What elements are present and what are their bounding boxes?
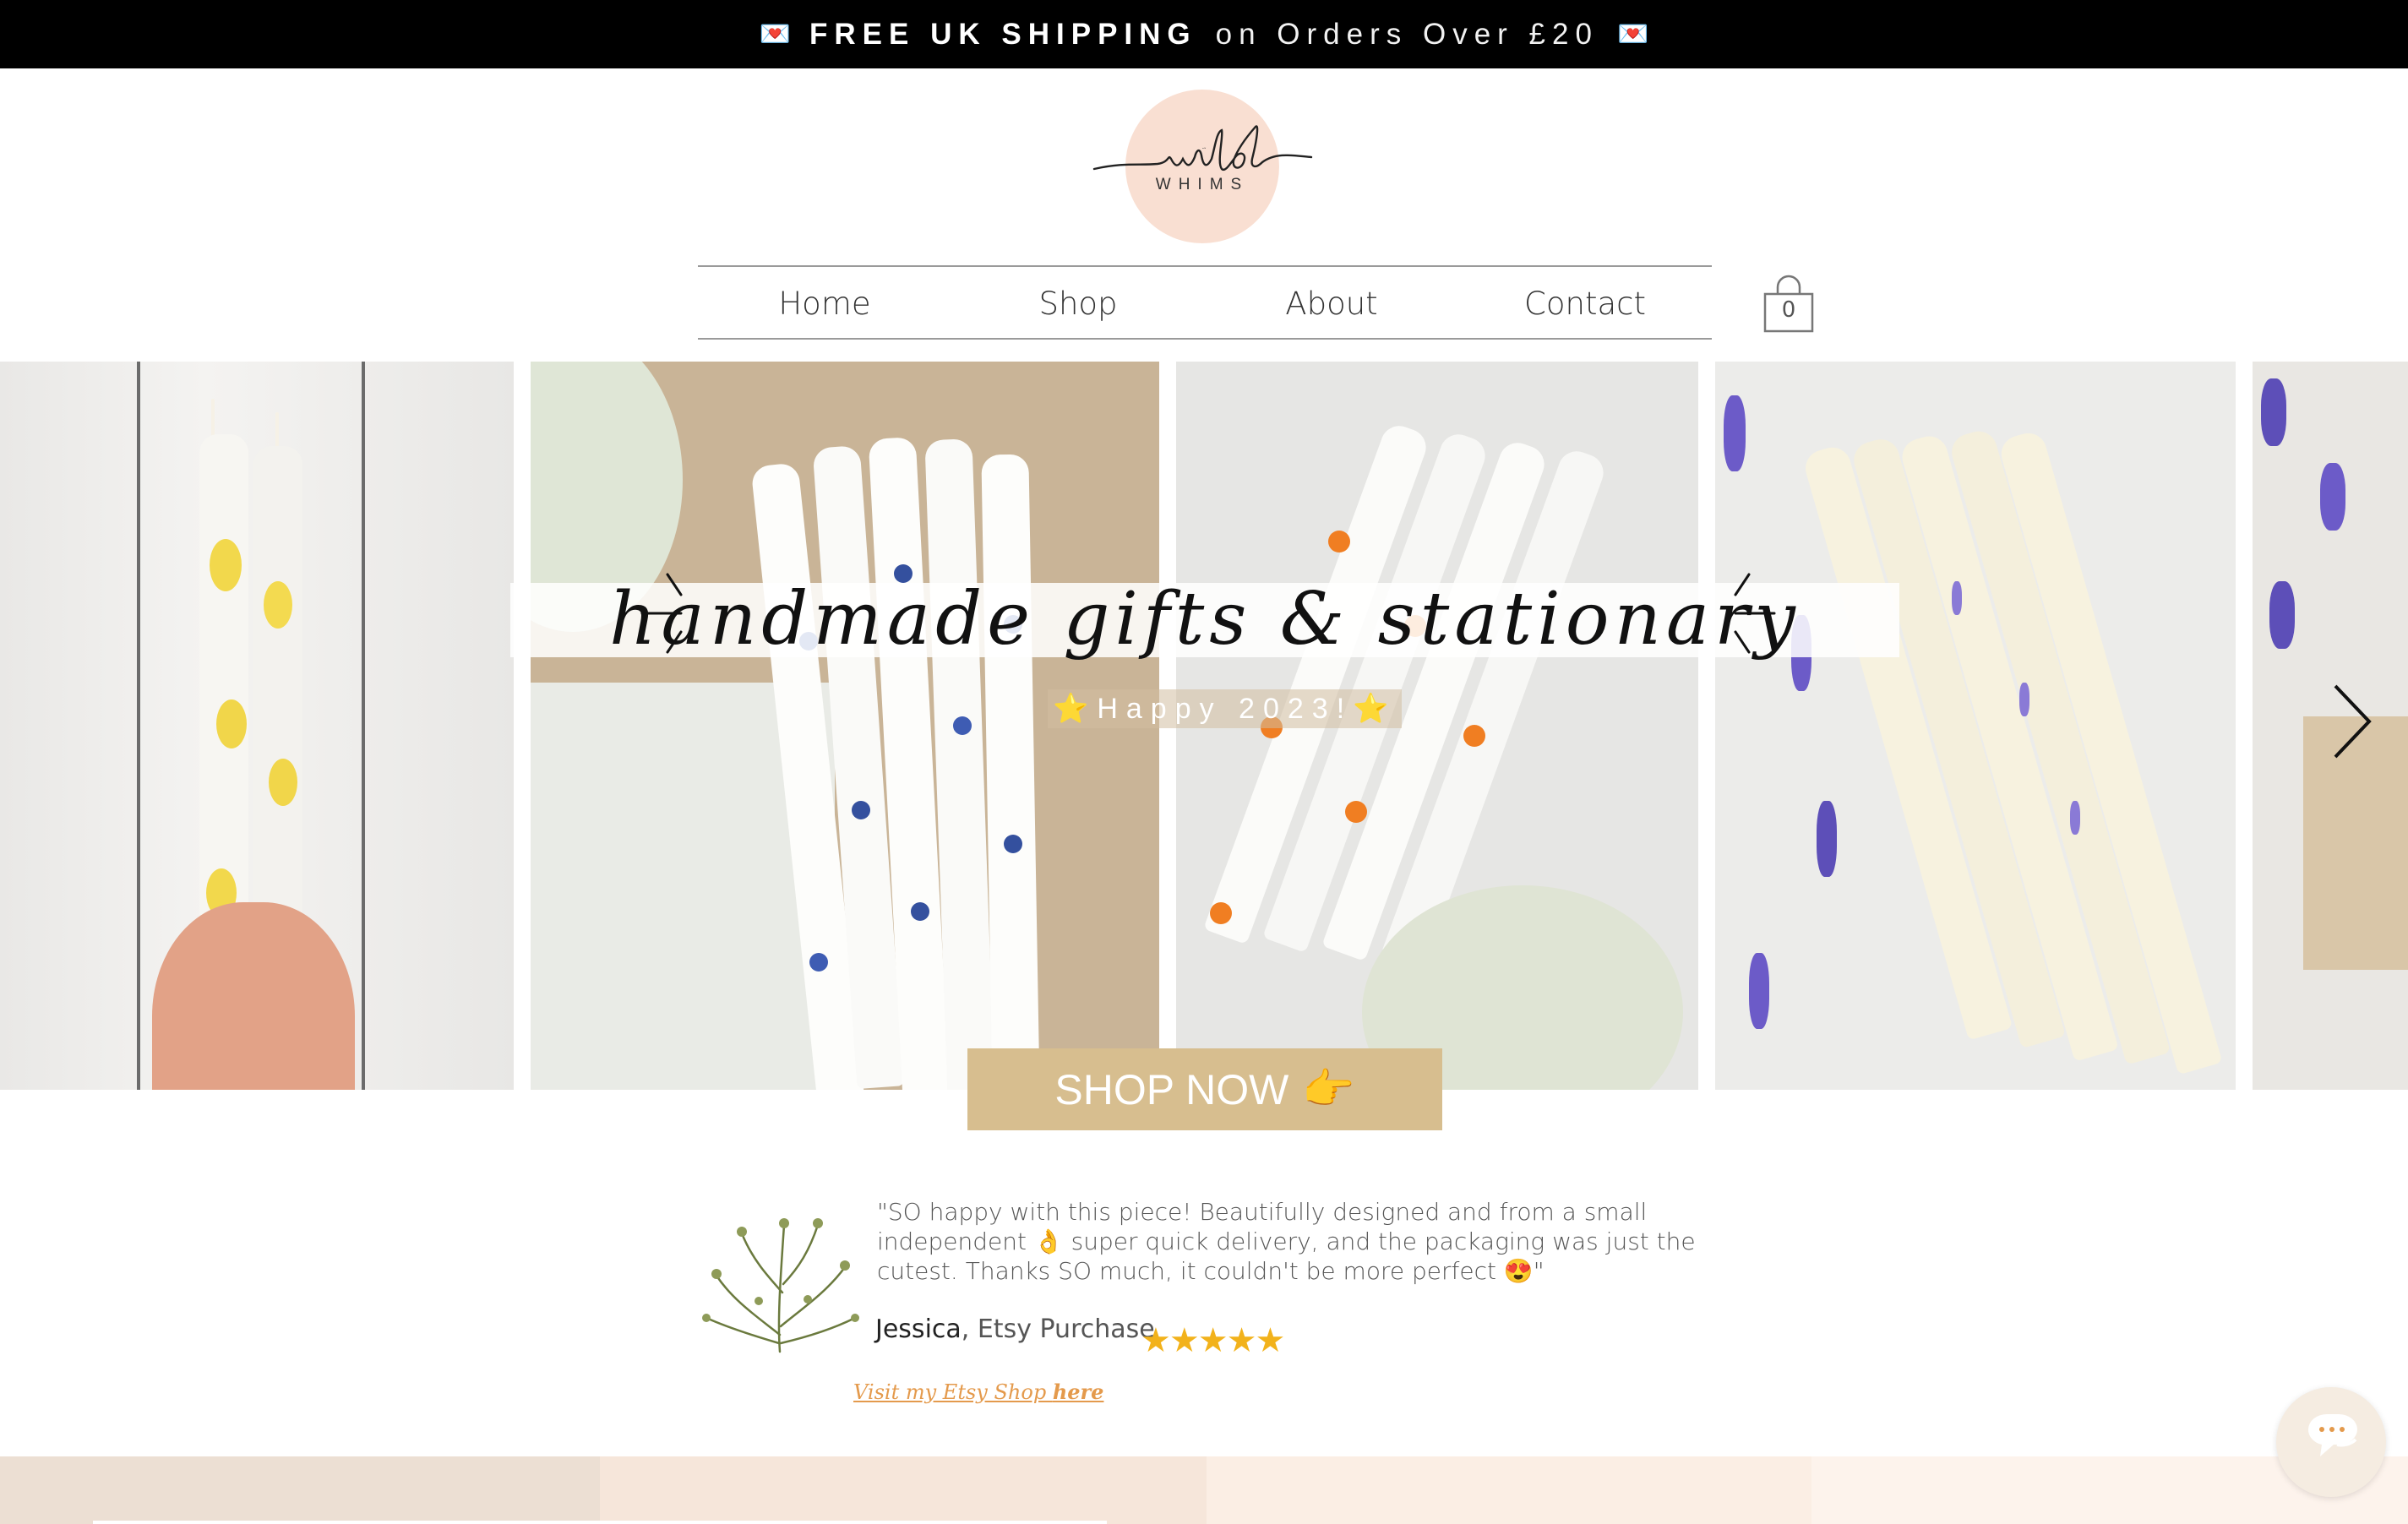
nav-item-about[interactable]: About xyxy=(1205,267,1458,340)
hero-subtitle: ⭐Happy 2023!⭐ xyxy=(1048,689,1403,728)
gallery-image-lemon-candles xyxy=(0,362,514,1090)
main-nav: Home Shop About Contact xyxy=(698,267,1712,340)
nav-item-contact[interactable]: Contact xyxy=(1458,267,1712,340)
svg-text:wild: wild xyxy=(1202,148,1207,150)
shipping-headline: FREE UK SHIPPING xyxy=(809,17,1197,51)
shipping-condition: on Orders Over £20 xyxy=(1215,17,1599,51)
nav-item-home[interactable]: Home xyxy=(698,267,951,340)
feature-band-2 xyxy=(600,1456,1207,1524)
feature-band-1 xyxy=(0,1456,600,1524)
feature-band-3 xyxy=(1207,1456,1811,1524)
feature-card-edge xyxy=(93,1521,1107,1524)
etsy-shop-link[interactable]: Visit my Etsy Shop here xyxy=(853,1380,1103,1404)
logo-subtext: WHIMS xyxy=(1155,176,1250,193)
botanical-illustration-icon xyxy=(702,1218,859,1353)
testimonial-author: Jessica, Etsy Purchase xyxy=(875,1314,1155,1344)
announcement-bar: 💌 FREE UK SHIPPING on Orders Over £20 💌 xyxy=(0,0,2408,68)
shop-now-button[interactable]: SHOP NOW 👉 xyxy=(967,1048,1442,1130)
nav-item-shop[interactable]: Shop xyxy=(951,267,1205,340)
next-arrow-icon[interactable] xyxy=(2330,681,2374,762)
sparkle-left-icon xyxy=(640,573,683,654)
envelope-icon: 💌 xyxy=(759,19,792,48)
pointing-hand-icon: 👉 xyxy=(1302,1065,1355,1113)
chat-bubble-icon xyxy=(2307,1414,2357,1456)
shop-now-label: SHOP NOW xyxy=(1054,1065,1289,1113)
gallery-image-lavender-candles xyxy=(1715,362,2236,1090)
testimonial-quote: "SO happy with this piece! Beautifully d… xyxy=(877,1198,1696,1285)
envelope-icon: 💌 xyxy=(1616,19,1649,48)
hero-tagline: handmade gifts & stationary xyxy=(609,577,1801,661)
cart-count[interactable]: 0 xyxy=(1762,297,1815,323)
sparkle-right-icon xyxy=(1734,573,1776,654)
rating-stars: ★★★★★ xyxy=(1141,1322,1285,1359)
chat-widget-button[interactable] xyxy=(2276,1387,2386,1497)
